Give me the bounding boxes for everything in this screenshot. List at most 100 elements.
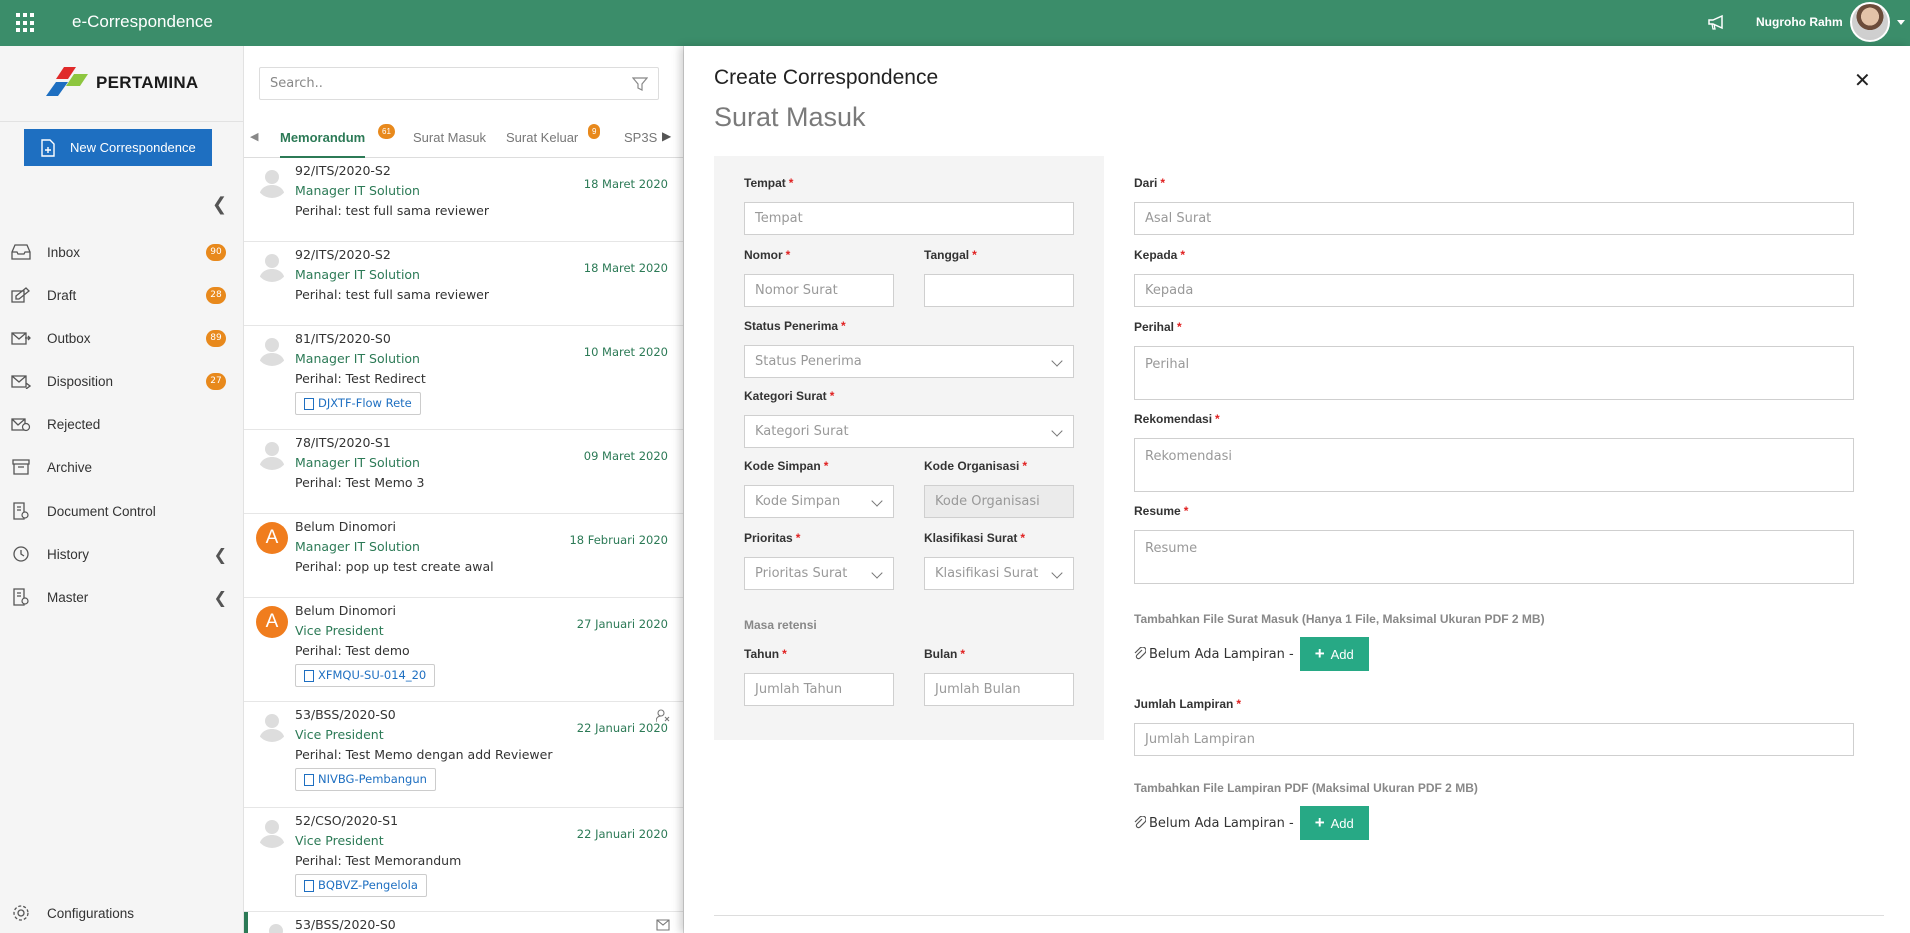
list-item[interactable]: A Belum Dinomori Vice President 27 Janua…: [244, 598, 683, 702]
perihal-textarea[interactable]: Perihal: [1134, 346, 1854, 400]
list-item[interactable]: 78/ITS/2020-S1 Manager IT Solution 09 Ma…: [244, 430, 683, 514]
user-menu-caret-icon[interactable]: [1897, 20, 1905, 25]
file-surat-note: Tambahkan File Surat Masuk (Hanya 1 File…: [1134, 612, 1545, 626]
bulan-label: Bulan *: [924, 647, 966, 661]
memorandum-count-badge: 61: [378, 124, 395, 139]
dari-input[interactable]: Asal Surat: [1134, 202, 1854, 235]
archive-icon: [10, 458, 32, 476]
sender-avatar: A: [256, 522, 288, 554]
tab-surat-masuk[interactable]: Surat Masuk: [413, 118, 486, 158]
tanggal-input[interactable]: [924, 274, 1074, 307]
item-date: 10 Maret 2020: [583, 345, 668, 359]
item-date: 18 Februari 2020: [569, 533, 668, 547]
no-attachment-text: Belum Ada Lampiran -: [1149, 646, 1294, 662]
attachment-chip[interactable]: NIVBG-Pembangun: [295, 768, 436, 791]
kategori-surat-select[interactable]: Kategori Surat: [744, 415, 1074, 448]
sidebar-item-archive[interactable]: Archive: [0, 447, 244, 487]
item-sender: Manager IT Solution: [295, 539, 420, 554]
tab-label: SP3S: [624, 130, 658, 145]
user-avatar[interactable]: [1850, 2, 1890, 42]
resume-label: Resume *: [1134, 504, 1189, 518]
tabs-scroll-right-icon[interactable]: ▶: [662, 129, 671, 143]
default-avatar-icon: [259, 820, 285, 848]
bulan-input[interactable]: Jumlah Bulan: [924, 673, 1074, 706]
tab-label: Memorandum: [280, 130, 366, 145]
plus-icon: +: [1314, 813, 1325, 832]
collapse-sidebar-chevron-icon[interactable]: ❮: [212, 194, 227, 215]
attachment-chip[interactable]: DJXTF-Flow Rete: [295, 392, 421, 415]
list-item[interactable]: 52/CSO/2020-S1 Vice President 22 Januari…: [244, 808, 683, 912]
list-item[interactable]: 53/BSS/2020-S0: [244, 912, 683, 933]
add-file-surat-button[interactable]: + Add: [1299, 637, 1369, 671]
history-icon: [10, 545, 32, 563]
item-subject: Perihal: pop up test create awal: [295, 559, 494, 574]
item-number: Belum Dinomori: [295, 519, 396, 534]
masa-retensi-label: Masa retensi: [744, 618, 817, 632]
item-date: 22 Januari 2020: [576, 721, 668, 735]
paperclip-icon: [1134, 647, 1146, 660]
item-sender: Vice President: [295, 727, 384, 742]
tab-label: Surat Masuk: [413, 130, 486, 145]
prioritas-select[interactable]: Prioritas Surat: [744, 557, 894, 590]
attachment-chip[interactable]: BQBVZ-Pengelola: [295, 874, 427, 897]
rekomendasi-textarea[interactable]: Rekomendasi: [1134, 438, 1854, 492]
list-item[interactable]: 92/ITS/2020-S2 Manager IT Solution 18 Ma…: [244, 158, 683, 242]
tab-memorandum[interactable]: Memorandum 61: [280, 118, 395, 158]
list-item[interactable]: A Belum Dinomori Manager IT Solution 18 …: [244, 514, 683, 598]
kode-simpan-label: Kode Simpan *: [744, 459, 829, 473]
announcement-icon[interactable]: [1706, 12, 1728, 36]
search-input[interactable]: Search..: [259, 67, 659, 100]
filter-icon[interactable]: [632, 76, 648, 92]
add-file-lampiran-button[interactable]: + Add: [1299, 806, 1369, 840]
sidebar-item-master[interactable]: Master ❮: [0, 577, 244, 617]
add-label: Add: [1330, 815, 1354, 831]
perihal-label: Perihal *: [1134, 320, 1182, 334]
master-expand-chevron-icon[interactable]: ❮: [214, 588, 227, 607]
default-avatar-icon: [259, 170, 285, 198]
rejected-icon: [10, 415, 32, 433]
sidebar-item-label: Inbox: [47, 244, 81, 260]
item-number: Belum Dinomori: [295, 603, 396, 618]
tab-surat-keluar[interactable]: Surat Keluar 9: [506, 118, 601, 158]
item-number: 92/ITS/2020-S2: [295, 247, 391, 262]
item-sender: Vice President: [295, 833, 384, 848]
resume-textarea[interactable]: Resume: [1134, 530, 1854, 584]
item-subject: Perihal: Test Memo 3: [295, 475, 425, 490]
correspondence-list: 92/ITS/2020-S2 Manager IT Solution 18 Ma…: [244, 158, 683, 933]
list-item[interactable]: 53/BSS/2020-S0 Vice President 22 Januari…: [244, 702, 683, 808]
sidebar-item-inbox[interactable]: Inbox 90: [0, 232, 244, 272]
sidebar-item-outbox[interactable]: Outbox 89: [0, 318, 244, 358]
sidebar-item-history[interactable]: History ❮: [0, 534, 244, 574]
app-grid-icon[interactable]: [16, 13, 36, 33]
tempat-input[interactable]: Tempat: [744, 202, 1074, 235]
nomor-input[interactable]: Nomor Surat: [744, 274, 894, 307]
close-icon[interactable]: ✕: [1854, 68, 1871, 92]
user-name[interactable]: Nugroho Rahm: [1756, 15, 1843, 29]
default-avatar-icon: [259, 338, 285, 366]
kepada-input[interactable]: Kepada: [1134, 274, 1854, 307]
tahun-input[interactable]: Jumlah Tahun: [744, 673, 894, 706]
sidebar-item-rejected[interactable]: Rejected: [0, 404, 244, 444]
list-item[interactable]: 81/ITS/2020-S0 Manager IT Solution 10 Ma…: [244, 326, 683, 430]
jumlah-lampiran-input[interactable]: Jumlah Lampiran: [1134, 723, 1854, 756]
history-expand-chevron-icon[interactable]: ❮: [214, 545, 227, 564]
kode-organisasi-label: Kode Organisasi *: [924, 459, 1028, 473]
sidebar-item-configurations[interactable]: Configurations: [0, 893, 244, 933]
plus-icon: +: [1314, 644, 1325, 663]
kode-simpan-select[interactable]: Kode Simpan: [744, 485, 894, 518]
tab-sp3s[interactable]: SP3S: [624, 118, 658, 158]
item-subject: Perihal: test full sama reviewer: [295, 287, 490, 302]
sidebar-item-disposition[interactable]: Disposition 27: [0, 361, 244, 401]
tabs-scroll-left-icon[interactable]: ◀: [250, 130, 258, 143]
new-correspondence-button[interactable]: New Correspondence: [24, 129, 212, 166]
item-number: 52/CSO/2020-S1: [295, 813, 399, 828]
status-penerima-select[interactable]: Status Penerima: [744, 345, 1074, 378]
sidebar-item-document-control[interactable]: Document Control: [0, 491, 244, 531]
sidebar-item-label: Outbox: [47, 330, 91, 346]
list-item[interactable]: 92/ITS/2020-S2 Manager IT Solution 18 Ma…: [244, 242, 683, 326]
item-date: 18 Maret 2020: [583, 261, 668, 275]
sidebar-item-draft[interactable]: Draft 28: [0, 275, 244, 315]
klasifikasi-surat-select[interactable]: Klasifikasi Surat: [924, 557, 1074, 590]
pertamina-logo-icon: [46, 67, 88, 96]
attachment-chip[interactable]: XFMQU-SU-014_20: [295, 664, 436, 687]
